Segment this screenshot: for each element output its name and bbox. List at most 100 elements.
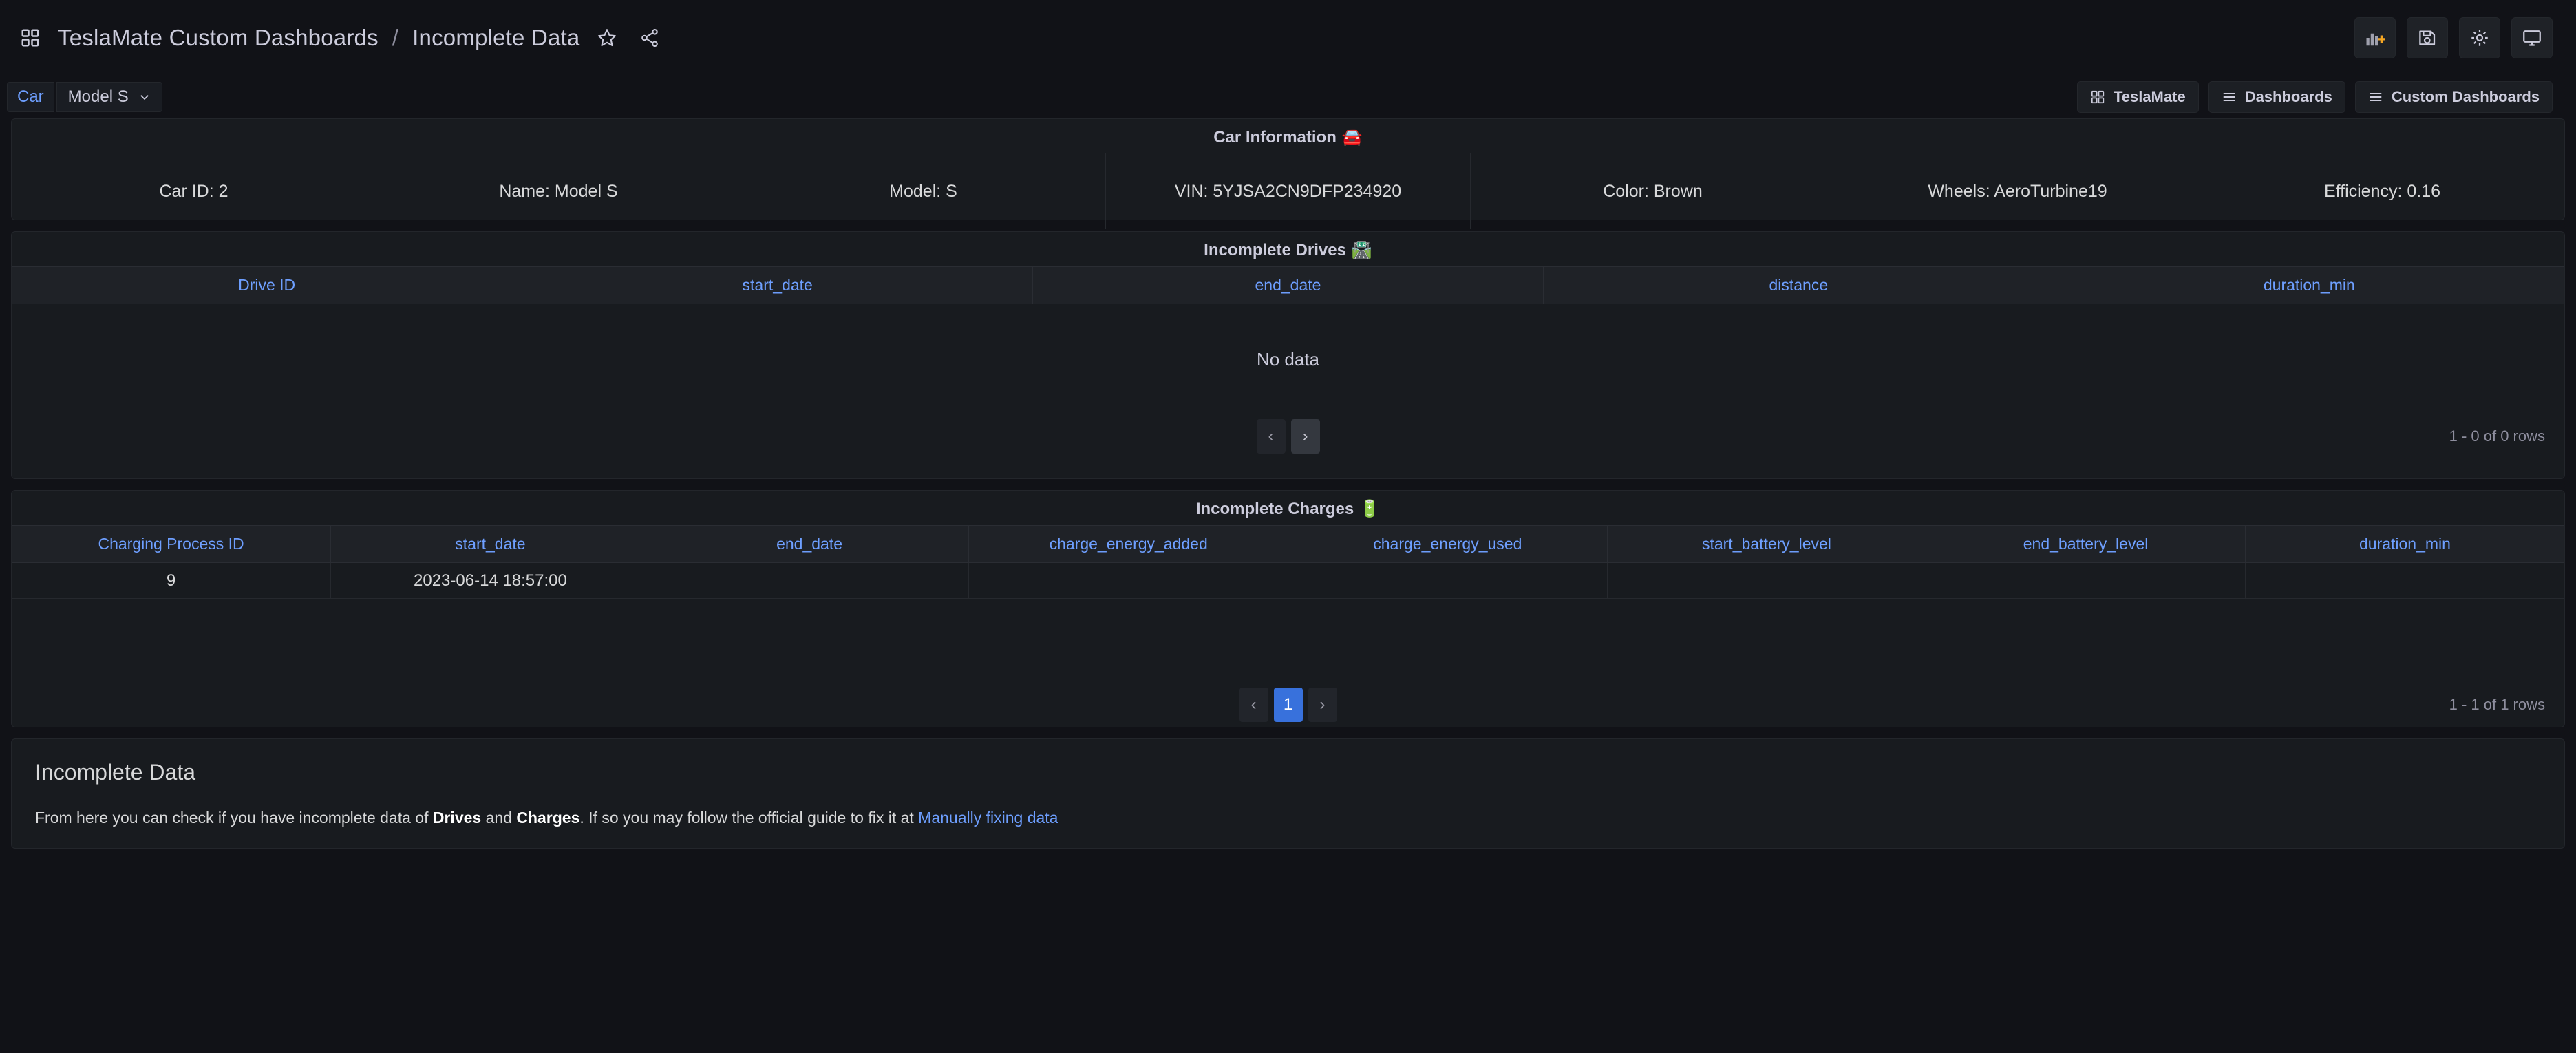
table-incomplete-charges: Charging Process IDstart_dateend_datecha… — [12, 525, 2564, 599]
column-header[interactable]: Charging Process ID — [12, 526, 331, 563]
column-header[interactable]: Drive ID — [12, 267, 522, 304]
table-cell: 2023-06-14 18:57:00 — [331, 563, 650, 599]
table-cell — [1607, 563, 1926, 599]
column-header[interactable]: start_date — [331, 526, 650, 563]
table-cell — [650, 563, 969, 599]
nav-link-label: Custom Dashboards — [2392, 88, 2540, 106]
panel-incomplete-data-text: Incomplete Data From here you can check … — [11, 738, 2565, 849]
chevron-down-icon — [138, 91, 151, 103]
column-header[interactable]: distance — [1543, 267, 2054, 304]
template-variable-car: Car Model S — [7, 82, 162, 112]
pagination-buttons: ‹ 1 › — [1239, 688, 1337, 722]
save-dashboard-button[interactable] — [2407, 17, 2448, 58]
car-stat-cell: Wheels: AeroTurbine19 — [1835, 153, 2200, 229]
car-stat-cell: Car ID: 2 — [12, 153, 376, 229]
text-panel-body: From here you can check if you have inco… — [35, 806, 2541, 830]
column-header[interactable]: start_battery_level — [1607, 526, 1926, 563]
panel-incomplete-charges: Incomplete Charges🔋 Charging Process IDs… — [11, 490, 2565, 727]
motorway-emoji-icon: 🛣️ — [1352, 241, 1372, 259]
car-stat-cell: Efficiency: 0.16 — [2200, 153, 2564, 229]
breadcrumb: TeslaMate Custom Dashboards / Incomplete… — [15, 23, 665, 53]
list-icon — [2368, 89, 2383, 105]
variable-picker-car[interactable]: Model S — [56, 82, 162, 112]
table-header: Drive IDstart_dateend_datedistancedurati… — [12, 267, 2564, 304]
sub-navigation-bar: Car Model S TeslaMate Dashboards — [0, 76, 2576, 118]
dashboard-toolbar — [2354, 17, 2553, 58]
text-bold-charges: Charges — [516, 809, 579, 827]
list-icon — [2222, 89, 2237, 105]
column-header[interactable]: end_battery_level — [1926, 526, 2246, 563]
text-bold-drives: Drives — [433, 809, 481, 827]
dashboard-links: TeslaMate Dashboards Custom Dashboards — [2077, 81, 2553, 113]
pagination-incomplete-drives: ‹ › 1 - 0 of 0 rows — [12, 414, 2564, 458]
nav-link-teslamate[interactable]: TeslaMate — [2077, 81, 2199, 113]
table-row: 92023-06-14 18:57:00 — [12, 563, 2564, 599]
pagination-row-count: 1 - 1 of 1 rows — [2449, 696, 2545, 714]
breadcrumb-folder[interactable]: TeslaMate Custom Dashboards — [58, 25, 379, 51]
column-header[interactable]: duration_min — [2054, 267, 2564, 304]
top-navigation-bar: TeslaMate Custom Dashboards / Incomplete… — [0, 0, 2576, 76]
pagination-incomplete-charges: ‹ 1 › 1 - 1 of 1 rows — [12, 683, 2564, 727]
table-header-row: Charging Process IDstart_dateend_datecha… — [12, 526, 2564, 563]
column-header[interactable]: charge_energy_used — [1288, 526, 1608, 563]
pagination-page-1-button[interactable]: 1 — [1274, 688, 1303, 722]
car-information-stats: Car ID: 2Name: Model SModel: SVIN: 5YJSA… — [12, 153, 2564, 229]
car-emoji-icon: 🚘 — [1342, 128, 1363, 147]
table-header-row: Drive IDstart_dateend_datedistancedurati… — [12, 267, 2564, 304]
pagination-next-button[interactable]: › — [1308, 688, 1337, 722]
add-panel-button[interactable] — [2354, 17, 2396, 58]
share-icon[interactable] — [635, 23, 665, 53]
nav-link-custom-dashboards[interactable]: Custom Dashboards — [2355, 81, 2553, 113]
panel-incomplete-drives: Incomplete Drives 🛣️ Drive IDstart_dateen… — [11, 231, 2565, 479]
table-body: 92023-06-14 18:57:00 — [12, 563, 2564, 599]
grid-icon — [2090, 89, 2105, 105]
pagination-buttons: ‹ › — [1257, 419, 1320, 454]
panel-title-incomplete-drives: Incomplete Drives 🛣️ — [12, 232, 2564, 266]
car-stat-cell: Model: S — [741, 153, 1106, 229]
table-cell: 9 — [12, 563, 331, 599]
panel-title-text: Car Information — [1213, 128, 1337, 147]
nav-link-dashboards[interactable]: Dashboards — [2208, 81, 2345, 113]
column-header[interactable]: end_date — [1033, 267, 1544, 304]
panel-title-text: Incomplete Drives — [1204, 241, 1346, 259]
column-header[interactable]: end_date — [650, 526, 969, 563]
panel-title-car-information: Car Information 🚘 — [12, 119, 2564, 153]
battery-emoji-icon: 🔋 — [1359, 500, 1380, 518]
pagination-prev-button[interactable]: ‹ — [1239, 688, 1268, 722]
text-segment: . If so you may follow the official guid… — [579, 809, 918, 827]
dashboards-grid-icon[interactable] — [15, 23, 45, 53]
star-icon[interactable] — [592, 23, 622, 53]
text-segment: From here you can check if you have inco… — [35, 809, 433, 827]
table-cell — [1926, 563, 2246, 599]
pagination-row-count: 1 - 0 of 0 rows — [2449, 427, 2545, 445]
page-title: Incomplete Data — [412, 25, 579, 51]
table-cell — [1288, 563, 1608, 599]
column-header[interactable]: charge_energy_added — [969, 526, 1288, 563]
dashboard-settings-button[interactable] — [2459, 17, 2500, 58]
table-incomplete-drives: Drive IDstart_dateend_datedistancedurati… — [12, 266, 2564, 304]
pagination-prev-button[interactable]: ‹ — [1257, 419, 1286, 454]
no-data-message: No data — [12, 304, 2564, 414]
column-header[interactable]: start_date — [522, 267, 1033, 304]
nav-link-label: Dashboards — [2245, 88, 2332, 106]
table-cell — [969, 563, 1288, 599]
panel-title-text: Incomplete Charges — [1196, 500, 1354, 518]
text-segment: and — [481, 809, 516, 827]
breadcrumb-separator: / — [391, 25, 400, 51]
nav-link-label: TeslaMate — [2114, 88, 2186, 106]
table-header: Charging Process IDstart_dateend_datecha… — [12, 526, 2564, 563]
table-cell — [2245, 563, 2564, 599]
manually-fixing-data-link[interactable]: Manually fixing data — [918, 809, 1058, 827]
panel-car-information: Car Information🚘 Car ID: 2Name: Model SM… — [11, 118, 2565, 220]
car-stat-cell: Name: Model S — [376, 153, 741, 229]
column-header[interactable]: duration_min — [2245, 526, 2564, 563]
variable-value-text: Model S — [68, 87, 129, 107]
panel-title-incomplete-charges: Incomplete Charges 🔋 — [12, 491, 2564, 525]
dashboard-content: Car Information🚘 Car ID: 2Name: Model SM… — [0, 118, 2576, 849]
pagination-next-button[interactable]: › — [1291, 419, 1320, 454]
text-panel-heading: Incomplete Data — [35, 760, 2541, 785]
car-stat-cell: Color: Brown — [1471, 153, 1835, 229]
car-stat-cell: VIN: 5YJSA2CN9DFP234920 — [1106, 153, 1471, 229]
kiosk-mode-button[interactable] — [2511, 17, 2553, 58]
variable-label-car: Car — [7, 82, 54, 112]
